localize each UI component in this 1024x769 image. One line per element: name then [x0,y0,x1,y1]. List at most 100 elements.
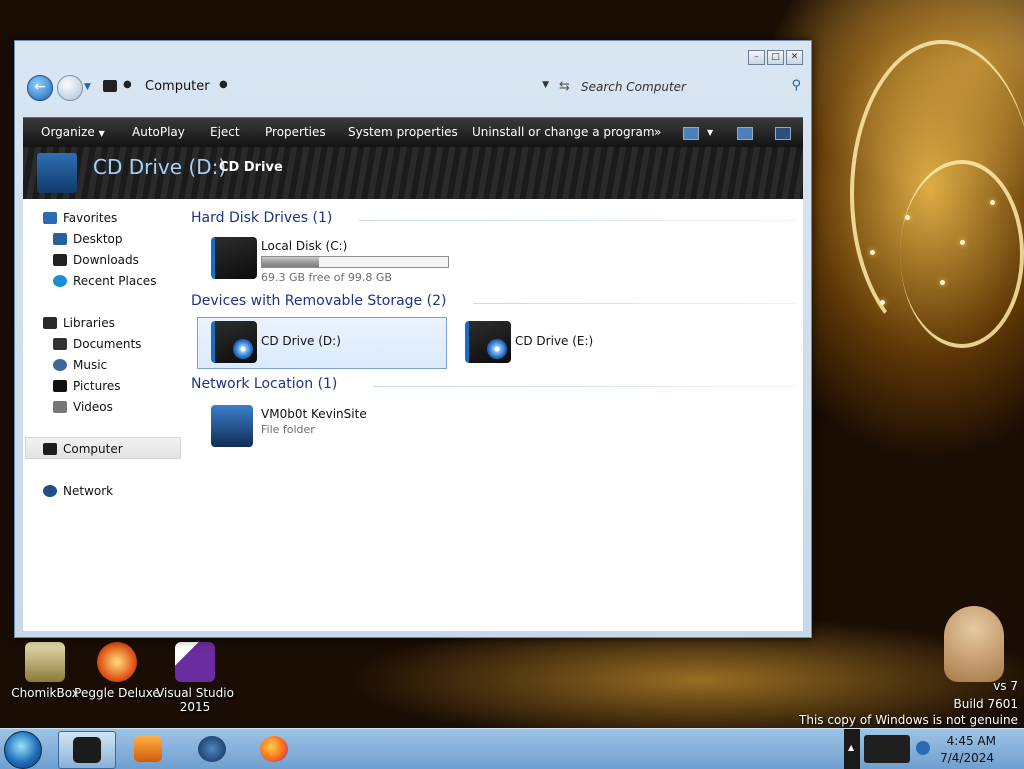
nav-label: Desktop [73,232,123,246]
details-header: CD Drive (D:) CD Drive [23,147,803,199]
properties-button[interactable]: Properties [265,125,326,139]
forward-button[interactable] [57,75,83,101]
cd-drive-icon [465,321,511,363]
star-icon [43,212,57,224]
drive-name: CD Drive (E:) [515,334,594,348]
nav-pictures[interactable]: Pictures [53,379,121,393]
drive-local-disk-c[interactable]: Local Disk (C:) 69.3 GB free of 99.8 GB [203,233,453,284]
drive-name: Local Disk (C:) [261,239,348,253]
nav-favorites[interactable]: Favorites [43,211,117,225]
system-tray: ▲ 4:45 AM 7/4/2024 [844,729,1024,769]
nav-libraries[interactable]: Libraries [43,316,115,330]
nav-documents[interactable]: Documents [53,337,141,351]
group-divider [473,303,795,304]
more-commands-button[interactable]: » [654,125,661,139]
group-header-removable-storage[interactable]: Devices with Removable Storage (2) [191,293,446,309]
videos-icon [53,401,67,413]
search-icon[interactable]: ⚲ [791,78,801,93]
network-folder-icon [211,405,253,447]
nav-label: Pictures [73,379,121,393]
preview-pane-icon[interactable] [737,127,753,140]
nav-recent-places[interactable]: Recent Places [53,274,156,288]
refresh-icon[interactable]: ⇆ [559,79,570,94]
group-header-network-location[interactable]: Network Location (1) [191,376,337,392]
caption-buttons: – □ ✕ [748,50,803,65]
hard-drive-icon [211,237,257,279]
watermark-build: Build 7601 [953,697,1018,711]
taskbar-firefox-button[interactable] [246,731,302,767]
system-properties-button[interactable]: System properties [348,125,458,139]
breadcrumb-computer[interactable]: Computer [145,79,210,94]
watermark-genuine-notice: This copy of Windows is not genuine [799,713,1018,727]
explorer-window: – □ ✕ ← ▼ ● Computer ● ▼ ⇆ Search Comput… [14,40,812,638]
clock-time[interactable]: 4:45 AM [947,734,996,748]
breadcrumb-separator-icon[interactable]: ● [219,79,228,90]
uninstall-program-button[interactable]: Uninstall or change a program [472,125,655,139]
taskbar-media-player-button[interactable] [120,731,176,767]
nav-label: Network [63,484,114,498]
tray-network-icon[interactable] [916,741,930,755]
maximize-button[interactable]: □ [767,50,784,65]
taskbar-network-button[interactable] [184,731,240,767]
disk-usage-bar [261,256,449,268]
peggle-icon [97,642,137,682]
close-button[interactable]: ✕ [786,50,803,65]
nav-label: Documents [73,337,142,351]
header-title: CD Drive (D:) [93,155,227,179]
eject-button[interactable]: Eject [210,125,240,139]
breadcrumb-separator-icon[interactable]: ● [123,79,132,90]
nav-label: Videos [73,400,113,414]
chomikbox-icon [25,642,65,682]
recent-places-icon [53,275,67,287]
organize-button[interactable]: Organize ▼ [41,125,105,139]
drive-name: CD Drive (D:) [261,334,341,348]
minimize-button[interactable]: – [748,50,765,65]
music-icon [53,359,67,371]
nav-desktop[interactable]: Desktop [53,232,123,246]
start-button[interactable] [4,731,42,769]
taskbar-explorer-button[interactable] [58,731,116,769]
nav-network[interactable]: Network [43,484,113,498]
nav-videos[interactable]: Videos [53,400,113,414]
network-location-type: File folder [261,423,315,436]
explorer-icon [73,737,101,763]
address-dropdown-icon[interactable]: ▼ [542,80,549,90]
view-options-icon[interactable] [683,127,699,140]
nav-downloads[interactable]: Downloads [53,253,139,267]
drive-cd-d[interactable]: CD Drive (D:) [203,317,443,367]
back-button[interactable]: ← [27,75,53,101]
view-dropdown-icon[interactable]: ▼ [707,128,713,137]
taskbar: ▲ 4:45 AM 7/4/2024 [0,728,1024,769]
search-input[interactable]: Search Computer ⚲ [571,76,803,98]
history-dropdown-icon[interactable]: ▼ [84,82,91,92]
nav-music[interactable]: Music [53,358,107,372]
cd-drive-icon [211,321,257,363]
desktop-icon [53,233,67,245]
group-header-hard-disk-drives[interactable]: Hard Disk Drives (1) [191,210,332,226]
network-location-item[interactable]: VM0b0t KevinSite File folder [203,401,463,451]
help-icon[interactable] [775,127,791,140]
computer-icon [43,443,57,455]
organize-label: Organize [41,125,95,139]
desktop-icon-peggle[interactable]: Peggle Deluxe [72,642,162,700]
desktop-icon-visual-studio[interactable]: Visual Studio 2015 [150,642,240,714]
pictures-icon [53,380,67,392]
wallpaper-sparkle [880,300,885,305]
group-divider [359,220,795,221]
disk-usage-fill [262,257,319,267]
header-subtitle: CD Drive [219,160,283,175]
wallpaper-sparkle [960,240,965,245]
nav-computer[interactable]: Computer [43,442,123,456]
drive-cd-e[interactable]: CD Drive (E:) [457,317,697,367]
wallpaper-sparkle [905,215,910,220]
autoplay-button[interactable]: AutoPlay [132,125,185,139]
clock-date[interactable]: 7/4/2024 [940,751,994,765]
show-hidden-icons-button[interactable]: ▲ [844,729,860,769]
desktop-icon-label: Peggle Deluxe [74,686,160,700]
libraries-icon [43,317,57,329]
chevron-down-icon: ▼ [98,129,105,138]
globe-icon [198,736,226,762]
tray-drive-icon[interactable] [864,735,910,763]
search-placeholder: Search Computer [581,80,686,94]
address-box[interactable]: ● Computer ● ▼ [99,76,549,98]
